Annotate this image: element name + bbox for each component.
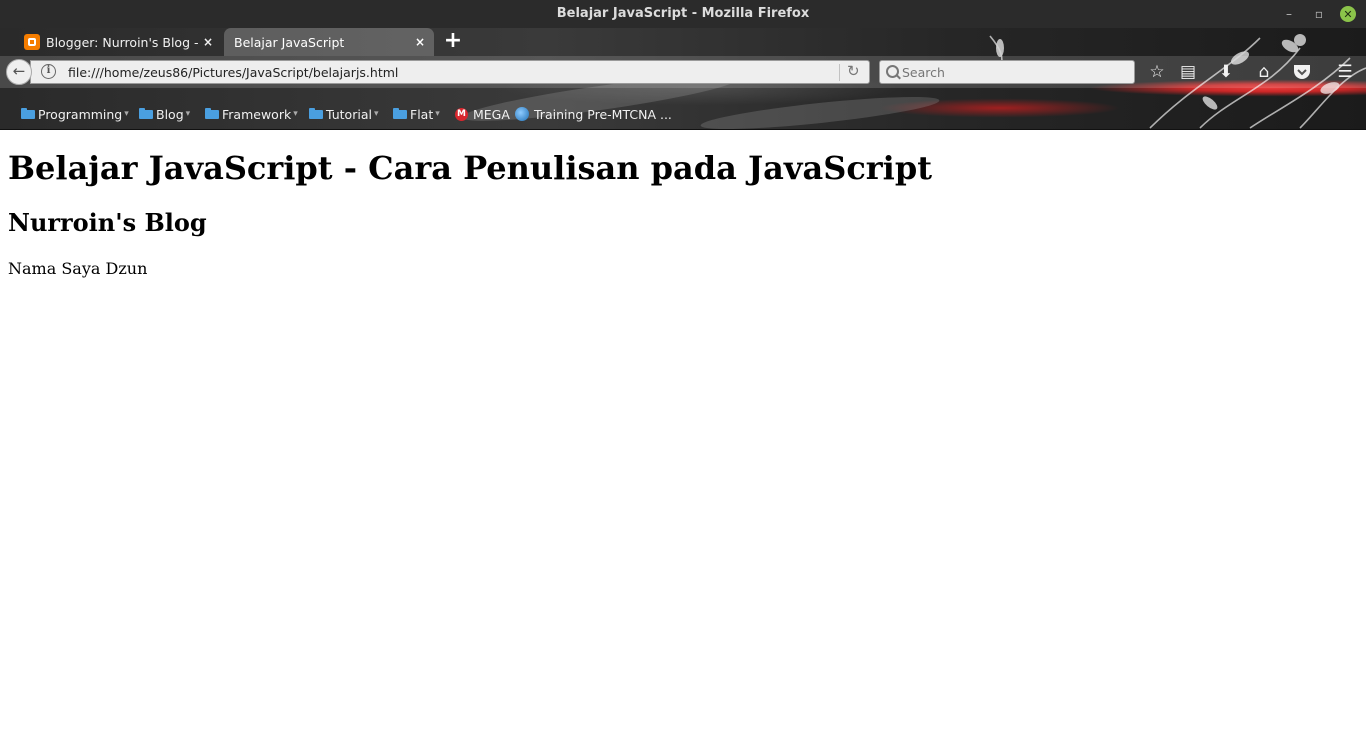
chevron-down-icon: ▾ — [124, 109, 129, 119]
folder-icon — [309, 107, 323, 119]
browser-chrome: Blogger: Nurroin's Blog - Bl × Belajar J… — [0, 28, 1366, 130]
blogger-icon — [24, 34, 40, 50]
bookmarks-toolbar: Programming ▾ Blog ▾ Framework ▾ Tutoria… — [0, 101, 1366, 125]
search-bar[interactable] — [879, 60, 1135, 84]
download-icon[interactable]: ⬇ — [1213, 60, 1239, 84]
tab-label: Blogger: Nurroin's Blog - Bl — [46, 34, 200, 50]
tab-label: Belajar JavaScript — [234, 34, 345, 50]
menu-icon[interactable]: ☰ — [1332, 60, 1358, 84]
tab-belajar-javascript[interactable]: Belajar JavaScript × — [224, 28, 434, 56]
bookmark-training-pre-mtcna[interactable]: Training Pre-MTCNA ... — [515, 105, 672, 123]
page-subheading: Nurroin's Blog — [8, 208, 207, 237]
bookmark-label: Framework — [222, 106, 292, 122]
close-tab-icon[interactable]: × — [412, 35, 428, 49]
new-tab-button[interactable]: + — [442, 30, 464, 52]
bookmark-label: Blog — [156, 106, 184, 122]
page-content: Belajar JavaScript - Cara Penulisan pada… — [0, 129, 1366, 748]
globe-icon — [515, 107, 529, 121]
close-icon[interactable]: ✕ — [1340, 6, 1356, 22]
bookmark-label: Programming — [38, 106, 123, 122]
close-tab-icon[interactable]: × — [200, 35, 216, 49]
page-paragraph: Nama Saya Dzun — [8, 259, 148, 278]
bookmark-folder-flat[interactable]: Flat ▾ — [393, 105, 440, 123]
url-bar[interactable]: i file:///home/zeus86/Pictures/JavaScrip… — [30, 60, 870, 84]
pocket-icon[interactable] — [1289, 60, 1315, 84]
bookmark-folder-tutorial[interactable]: Tutorial ▾ — [309, 105, 379, 123]
mega-icon: M — [455, 107, 468, 121]
restore-icon[interactable]: ▫ — [1309, 4, 1329, 24]
bookmark-folder-framework[interactable]: Framework ▾ — [205, 105, 298, 123]
navigation-toolbar: i file:///home/zeus86/Pictures/JavaScrip… — [0, 56, 1366, 88]
bookmark-star-icon[interactable]: ☆ — [1144, 60, 1170, 84]
minimize-icon[interactable]: – — [1279, 4, 1299, 24]
url-separator — [839, 64, 840, 81]
url-text[interactable]: file:///home/zeus86/Pictures/JavaScript/… — [68, 65, 398, 80]
reload-icon[interactable]: ↻ — [847, 62, 860, 80]
folder-icon — [205, 107, 219, 119]
info-icon[interactable]: i — [41, 64, 56, 79]
bookmark-label: Training Pre-MTCNA ... — [534, 106, 672, 122]
bookmark-label: Flat — [410, 106, 434, 122]
window-title: Belajar JavaScript - Mozilla Firefox — [556, 6, 810, 21]
bookmark-folder-blog[interactable]: Blog ▾ — [139, 105, 190, 123]
chevron-down-icon: ▾ — [373, 109, 379, 119]
bookmark-label: Tutorial — [326, 106, 372, 122]
folder-icon — [21, 107, 35, 119]
folder-icon — [393, 107, 407, 119]
home-icon[interactable]: ⌂ — [1251, 60, 1277, 84]
bookmark-folder-programming[interactable]: Programming ▾ — [21, 105, 129, 123]
chevron-down-icon: ▾ — [435, 109, 440, 119]
chevron-down-icon: ▾ — [293, 109, 298, 119]
reading-list-icon[interactable]: ▤ — [1175, 60, 1201, 84]
page-heading: Belajar JavaScript - Cara Penulisan pada… — [8, 149, 932, 187]
window-titlebar: Belajar JavaScript - Mozilla Firefox – ▫… — [0, 0, 1366, 28]
back-button[interactable]: ← — [6, 59, 32, 85]
bookmark-mega[interactable]: M MEGA — [455, 105, 510, 123]
back-icon: ← — [12, 62, 26, 80]
search-icon — [886, 65, 899, 78]
tab-blogger[interactable]: Blogger: Nurroin's Blog - Bl × — [16, 28, 222, 56]
chevron-down-icon: ▾ — [185, 109, 191, 119]
bookmark-label: MEGA — [473, 106, 510, 122]
folder-icon — [139, 107, 153, 119]
search-input[interactable] — [902, 62, 1127, 82]
